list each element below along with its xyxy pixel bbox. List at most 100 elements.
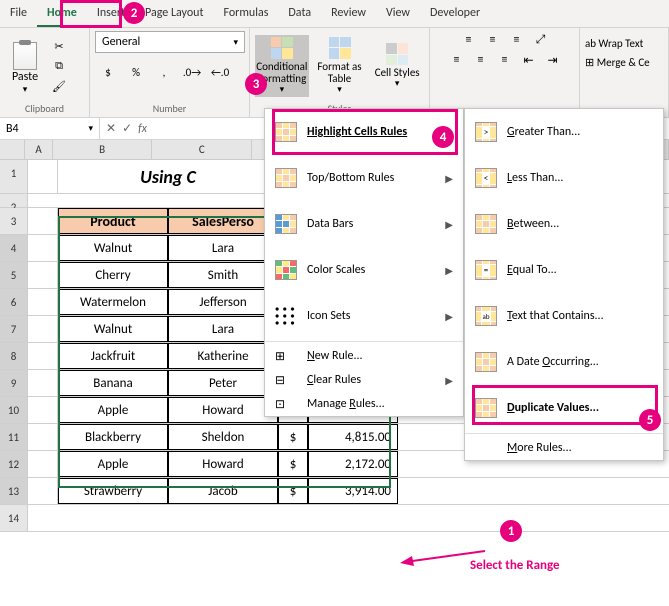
cell-person[interactable]: Howard xyxy=(168,397,278,423)
cell-person[interactable]: Lara xyxy=(168,235,278,261)
row-h-10[interactable]: 10 xyxy=(0,397,28,423)
indent-dec-button[interactable]: ⇤ xyxy=(518,51,540,69)
menu-clear-rules[interactable]: ⊟ Clear Rules ▶ xyxy=(265,368,463,392)
row-h-13[interactable]: 13 xyxy=(0,478,28,504)
header-person[interactable]: SalesPerso xyxy=(168,208,278,234)
cell-price[interactable]: 4,815.00 xyxy=(308,424,398,450)
cell-person[interactable]: Jefferson xyxy=(168,289,278,315)
menu-greater-than[interactable]: > Greater Than... xyxy=(465,109,663,155)
paste-button[interactable]: Paste ▾ xyxy=(5,38,45,95)
cell-person[interactable]: Peter xyxy=(168,370,278,396)
menu-label-less: Less Than... xyxy=(507,171,653,185)
align-top-button[interactable]: ≡ xyxy=(458,31,480,49)
align-middle-button[interactable]: ≡ xyxy=(482,31,504,49)
cell-product[interactable]: Watermelon xyxy=(58,289,168,315)
menu-manage-rules[interactable]: ⊡ Manage Rules... xyxy=(265,392,463,416)
cell-person[interactable]: Smith xyxy=(168,262,278,288)
fx-label[interactable]: fx xyxy=(138,122,147,136)
row-h-9[interactable]: 9 xyxy=(0,370,28,396)
accounting-button[interactable]: $ xyxy=(95,61,121,83)
cell-product[interactable]: Strawberry xyxy=(58,478,168,504)
tab-file[interactable]: File xyxy=(0,1,37,27)
cell-styles-button[interactable]: Cell Styles▾ xyxy=(370,41,424,91)
row-h-4[interactable]: 4 xyxy=(0,235,28,261)
cell-product[interactable]: Walnut xyxy=(58,235,168,261)
format-as-table-button[interactable]: Format as Table▾ xyxy=(313,35,367,97)
menu-data-bars[interactable]: Data Bars ▶ xyxy=(265,201,463,247)
cell-currency[interactable]: $ xyxy=(278,451,308,477)
cell-currency[interactable]: $ xyxy=(278,424,308,450)
copy-button[interactable]: ⧉ xyxy=(49,57,69,75)
row-h-8[interactable]: 8 xyxy=(0,343,28,369)
header-product[interactable]: Product xyxy=(58,208,168,234)
menu-between[interactable]: Between... xyxy=(465,201,663,247)
tab-data[interactable]: Data xyxy=(278,1,321,27)
menu-duplicate-values[interactable]: Duplicate Values... xyxy=(465,385,663,431)
cell-person[interactable]: Lara xyxy=(168,316,278,342)
row-h-14[interactable]: 14 xyxy=(0,505,28,531)
menu-color-scales[interactable]: Color Scales ▶ xyxy=(265,247,463,293)
cell-product[interactable]: Apple xyxy=(58,397,168,423)
cut-button[interactable]: ✂ xyxy=(49,37,69,55)
wrap-text-button[interactable]: ab Wrap Text xyxy=(585,37,643,50)
decrease-decimal-button[interactable]: ←.0 xyxy=(207,61,233,83)
tab-developer[interactable]: Developer xyxy=(420,1,490,27)
cell-product[interactable]: Cherry xyxy=(58,262,168,288)
increase-decimal-button[interactable]: .0→ xyxy=(179,61,205,83)
indent-inc-button[interactable]: ⇥ xyxy=(542,51,564,69)
align-left-button[interactable]: ≡ xyxy=(446,51,468,69)
align-center-button[interactable]: ≡ xyxy=(470,51,492,69)
tab-review[interactable]: Review xyxy=(321,1,376,27)
row-h-3[interactable]: 3 xyxy=(0,208,28,234)
col-B[interactable]: B xyxy=(53,140,153,159)
comma-button[interactable]: , xyxy=(151,61,177,83)
row-h-12[interactable]: 12 xyxy=(0,451,28,477)
group-clipboard: Paste ▾ ✂ ⧉ 🖌 Clipboard xyxy=(0,28,90,117)
col-A[interactable]: A xyxy=(25,140,52,159)
orientation-button[interactable]: ⤢ xyxy=(530,31,552,49)
menu-more-rules[interactable]: More Rules... xyxy=(465,436,663,460)
tab-view[interactable]: View xyxy=(376,1,420,27)
cell-person[interactable]: Katherine xyxy=(168,343,278,369)
cell-person[interactable]: Sheldon xyxy=(168,424,278,450)
menu-less-than[interactable]: < Less Than... xyxy=(465,155,663,201)
row-h-7[interactable]: 7 xyxy=(0,316,28,342)
menu-text-contains[interactable]: ab Text that Contains... xyxy=(465,293,663,339)
percent-button[interactable]: % xyxy=(123,61,149,83)
row-h-6[interactable]: 6 xyxy=(0,289,28,315)
enter-icon[interactable]: ✓ xyxy=(122,121,132,136)
row-h-1[interactable]: 1 xyxy=(0,160,28,193)
tab-page-layout[interactable]: Page Layout xyxy=(135,1,213,27)
cell-person[interactable]: Jacob xyxy=(168,478,278,504)
cell-product[interactable]: Apple xyxy=(58,451,168,477)
menu-top-bottom[interactable]: Top/Bottom Rules ▶ xyxy=(265,155,463,201)
cell-person[interactable]: Howard xyxy=(168,451,278,477)
align-bottom-button[interactable]: ≡ xyxy=(506,31,528,49)
menu-label-more: More Rules... xyxy=(507,441,653,455)
menu-icon-sets[interactable]: ●●●●●●●●● Icon Sets ▶ xyxy=(265,293,463,339)
cell-currency[interactable]: $ xyxy=(278,478,308,504)
cell-price[interactable]: 2,172.00 xyxy=(308,451,398,477)
number-format-select[interactable]: General ▾ xyxy=(95,31,245,53)
select-all-button[interactable] xyxy=(0,140,25,159)
cancel-icon[interactable]: ✕ xyxy=(106,121,116,136)
tab-formulas[interactable]: Formulas xyxy=(213,1,278,27)
format-painter-button[interactable]: 🖌 xyxy=(49,77,69,95)
menu-equal-to[interactable]: = Equal To... xyxy=(465,247,663,293)
cell-product[interactable]: Jackfruit xyxy=(58,343,168,369)
tab-home[interactable]: Home xyxy=(37,1,87,27)
merge-center-button[interactable]: ⊞ Merge & Ce xyxy=(585,56,650,69)
menu-new-rule[interactable]: ⊞ New Rule... xyxy=(265,344,463,368)
cell-product[interactable]: Banana xyxy=(58,370,168,396)
row-h-2[interactable]: 2 xyxy=(0,194,28,207)
cell-price[interactable]: 3,914.00 xyxy=(308,478,398,504)
menu-date-occurring[interactable]: A Date Occurring... xyxy=(465,339,663,385)
cell-product[interactable]: Walnut xyxy=(58,316,168,342)
align-right-button[interactable]: ≡ xyxy=(494,51,516,69)
cell-product[interactable]: Blackberry xyxy=(58,424,168,450)
col-C[interactable]: C xyxy=(152,140,252,159)
row-h-5[interactable]: 5 xyxy=(0,262,28,288)
title-cell[interactable]: Using C xyxy=(58,160,278,193)
row-h-11[interactable]: 11 xyxy=(0,424,28,450)
name-box[interactable]: B4 ▾ xyxy=(0,118,100,139)
